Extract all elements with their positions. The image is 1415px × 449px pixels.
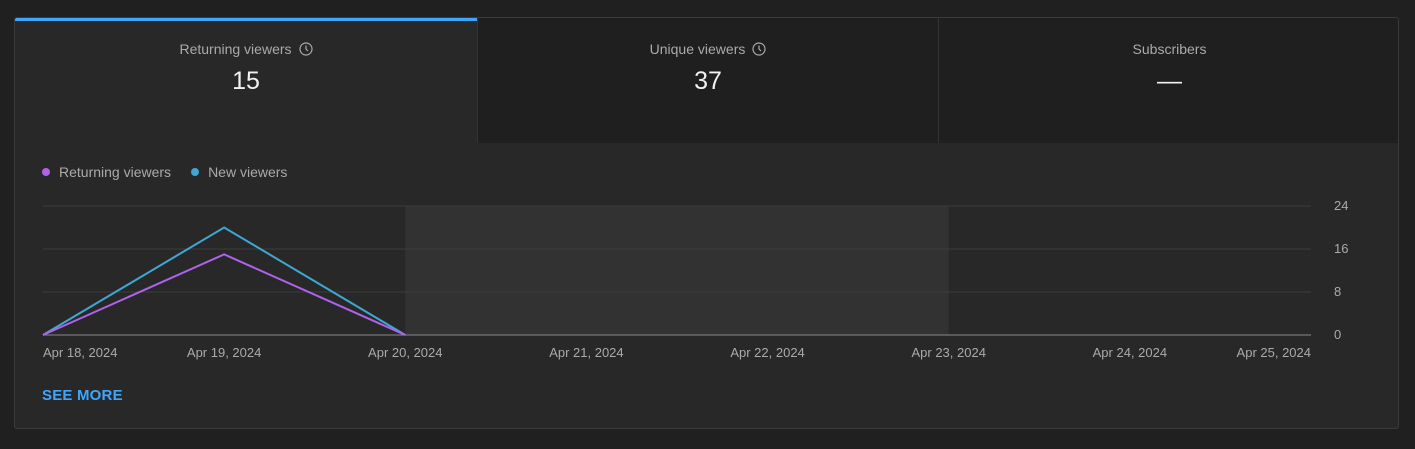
x-tick-label: Apr 22, 2024 (730, 345, 804, 360)
line-chart[interactable]: 0 8 16 24 Apr 18, 2024 Apr 19, 2024 Apr 20, 20… (15, 18, 1399, 429)
y-tick-label: 8 (1334, 284, 1341, 299)
x-tick-label: Apr 18, 2024 (43, 345, 117, 360)
x-tick-label: Apr 21, 2024 (549, 345, 623, 360)
series-line-new-viewers (42, 226, 406, 336)
x-tick-label: Apr 19, 2024 (187, 345, 261, 360)
x-tick-label: Apr 20, 2024 (368, 345, 442, 360)
viewers-card: Returning viewers 15 Unique viewers 37 S… (14, 17, 1399, 429)
x-tick-label: Apr 23, 2024 (911, 345, 985, 360)
y-tick-label: 0 (1334, 327, 1341, 342)
y-tick-label: 24 (1334, 198, 1348, 213)
y-tick-label: 16 (1334, 241, 1348, 256)
x-tick-label: Apr 24, 2024 (1093, 345, 1167, 360)
see-more-link[interactable]: SEE MORE (42, 387, 123, 404)
x-tick-label: Apr 25, 2024 (1237, 345, 1311, 360)
series-line-returning-viewers (42, 253, 406, 336)
highlight-band (405, 206, 949, 335)
